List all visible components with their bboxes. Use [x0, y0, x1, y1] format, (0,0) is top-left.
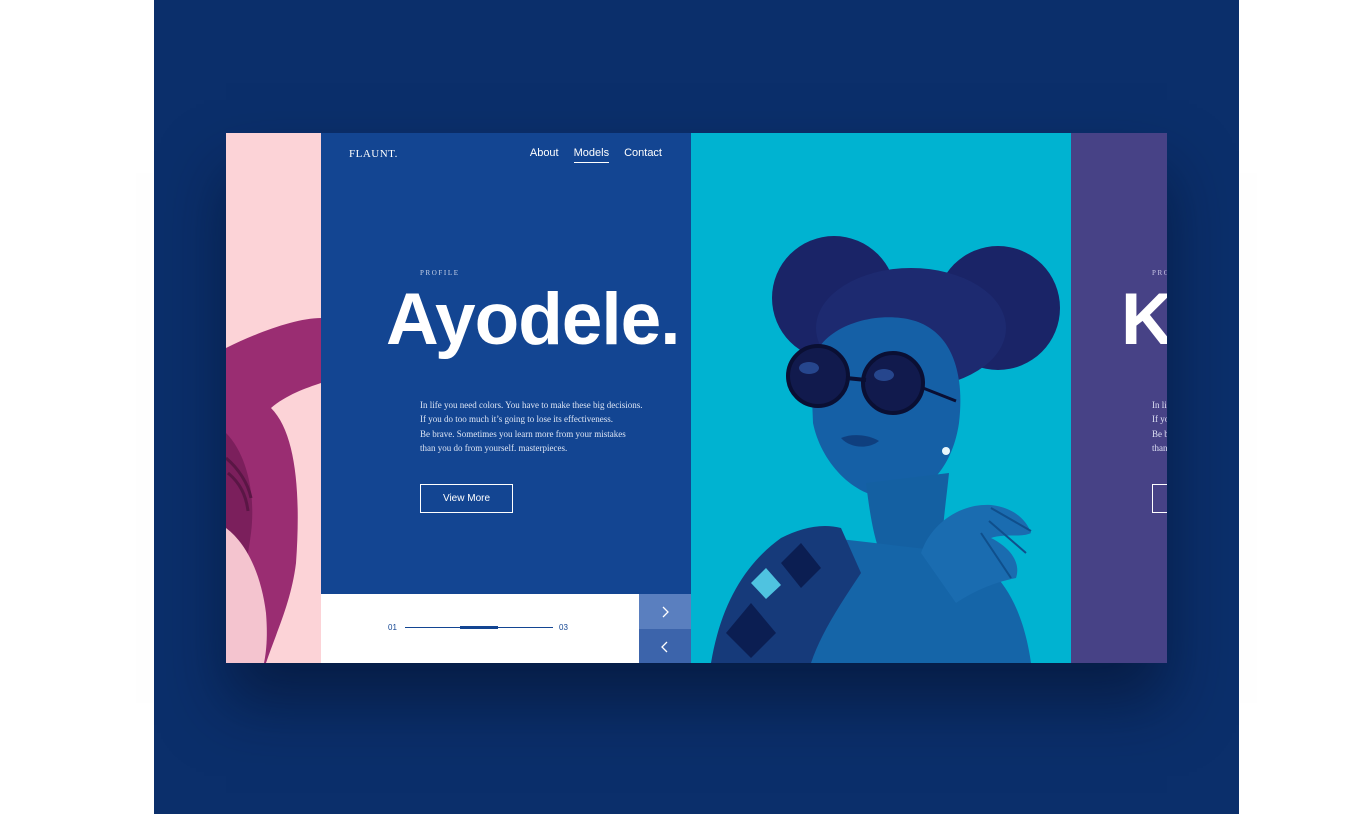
next-slide-button[interactable]	[639, 594, 691, 629]
description-line: If you do too much it’s going to lose it…	[420, 414, 614, 425]
nav-about[interactable]: About	[530, 147, 559, 163]
chevron-right-icon	[662, 606, 669, 617]
description-line: If yo	[1152, 414, 1167, 425]
next-profile-description: In li If yo Be b than	[1152, 398, 1167, 455]
pager-start-label: 01	[388, 623, 397, 632]
main-nav: About Models Contact	[530, 147, 662, 163]
chevron-left-icon	[661, 641, 668, 652]
pager-progress-fill	[460, 626, 498, 629]
pager-end-label: 03	[559, 623, 568, 632]
next-view-more-button[interactable]	[1152, 484, 1167, 513]
description-line: Be brave. Sometimes you learn more from …	[420, 428, 626, 439]
pager-progress-track[interactable]	[405, 626, 553, 629]
prev-slide[interactable]	[226, 133, 321, 663]
model-photo	[691, 133, 1071, 663]
next-slide[interactable]: PRO K In li If yo Be b than	[1071, 133, 1167, 663]
view-more-button[interactable]: View More	[420, 484, 513, 513]
description-line: In life you need colors. You have to mak…	[420, 400, 643, 410]
slider-card: FLAUNT. About Models Contact PROFILE In …	[226, 133, 1167, 663]
description-line: Be b	[1152, 428, 1167, 439]
next-profile-name: K	[1121, 279, 1167, 360]
profile-name: Ayodele.	[386, 279, 681, 360]
nav-models[interactable]: Models	[573, 147, 610, 163]
description-line: In li	[1152, 400, 1167, 410]
profile-panel: FLAUNT. About Models Contact PROFILE In …	[321, 133, 691, 663]
prev-model-photo	[226, 318, 321, 663]
nav-contact[interactable]: Contact	[624, 147, 662, 163]
profile-eyebrow: PROFILE	[420, 269, 460, 277]
brand-logo[interactable]: FLAUNT.	[349, 148, 398, 160]
prev-slide-button[interactable]	[639, 629, 691, 663]
description-line: than	[1152, 442, 1167, 453]
model-portrait-illustration	[711, 236, 1060, 663]
profile-description: In life you need colors. You have to mak…	[420, 398, 670, 455]
slide-pager: 01 03	[321, 594, 639, 663]
description-line: than you do from yourself. masterpieces.	[420, 442, 568, 453]
next-profile-eyebrow: PRO	[1152, 269, 1167, 277]
